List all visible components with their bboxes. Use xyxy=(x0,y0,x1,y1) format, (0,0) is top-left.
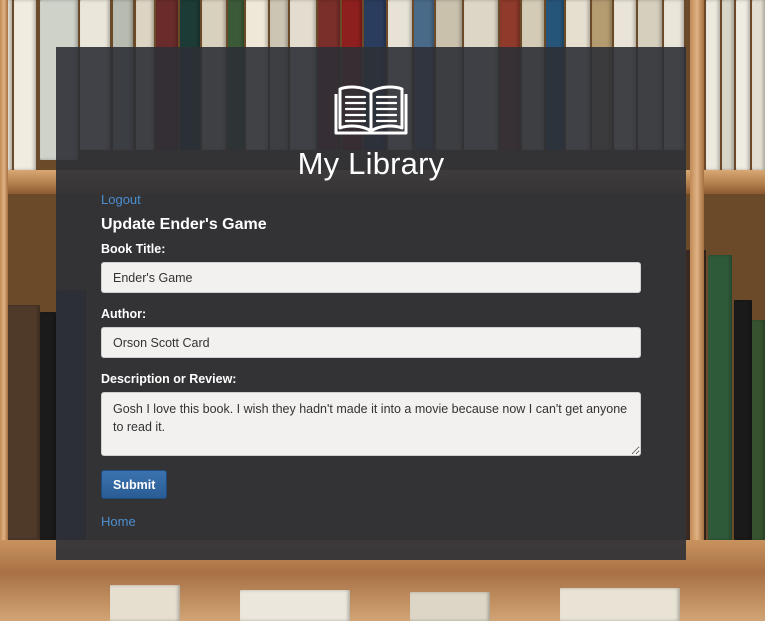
home-link[interactable]: Home xyxy=(101,514,136,529)
book-title-label: Book Title: xyxy=(101,242,166,256)
form-heading: Update Ender's Game xyxy=(101,216,267,233)
app-title: My Library xyxy=(297,146,445,181)
open-book-icon xyxy=(334,85,408,135)
brand-header: My Library xyxy=(56,82,686,182)
logout-link[interactable]: Logout xyxy=(101,192,141,207)
author-label: Author: xyxy=(101,307,147,321)
update-book-form: Book Title: Author: Description or Revie… xyxy=(101,242,641,499)
submit-button[interactable]: Submit xyxy=(101,470,168,499)
description-label: Description or Review: xyxy=(101,372,237,386)
description-textarea[interactable]: Gosh I love this book. I wish they hadn'… xyxy=(101,392,641,456)
author-input[interactable] xyxy=(101,327,641,358)
main-panel: My Library Logout Update Ender's Game Bo… xyxy=(56,47,686,560)
update-book-section: Logout Update Ender's Game Book Title: A… xyxy=(101,190,641,531)
book-title-input[interactable] xyxy=(101,262,641,293)
